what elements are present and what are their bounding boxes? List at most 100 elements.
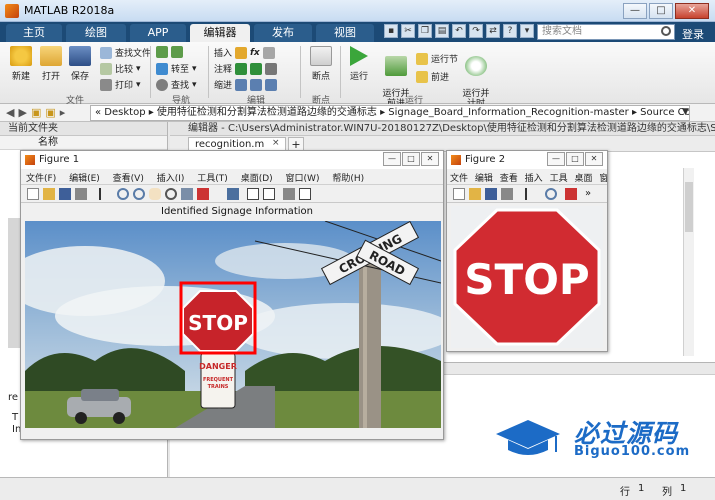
zoom-in-icon[interactable] [545, 188, 557, 200]
show-plot-tools-icon[interactable] [299, 188, 311, 200]
menu-view[interactable]: 查看(V) [108, 169, 149, 184]
advance-button[interactable]: 前进 [416, 70, 449, 83]
tab-editor[interactable]: 编辑器 [190, 24, 250, 42]
minimize-button[interactable]: — [623, 3, 647, 19]
run-and-time-button[interactable]: 运行并 计时 [458, 46, 494, 109]
scroll-thumb[interactable] [685, 182, 693, 232]
menu-insert[interactable]: 插入 [523, 169, 545, 184]
copy-icon[interactable]: ❐ [418, 24, 432, 38]
comment-button[interactable]: 注释 [214, 62, 278, 75]
close-button[interactable]: ✕ [585, 152, 603, 166]
switch-window-icon[interactable]: ⇄ [486, 24, 500, 38]
cut-icon[interactable]: ✂ [401, 24, 415, 38]
link-icon[interactable] [227, 188, 239, 200]
maximize-button[interactable]: □ [402, 152, 420, 166]
find-files-button[interactable]: 查找文件 [100, 46, 151, 59]
insert-button[interactable]: 插入 fx [214, 46, 275, 59]
open-icon[interactable] [43, 188, 55, 200]
undo-icon[interactable]: ↶ [452, 24, 466, 38]
path-dropdown-icon[interactable]: ▼ [682, 107, 689, 117]
menu-insert[interactable]: 插入(I) [152, 169, 190, 184]
menu-window[interactable]: 窗口 [597, 169, 607, 184]
close-tab-icon[interactable]: × [272, 138, 280, 148]
name-column-header[interactable]: 名称 [0, 136, 167, 150]
open-icon[interactable] [469, 188, 481, 200]
figure-2-window[interactable]: Figure 2 — □ ✕ 文件 编辑 查看 插入 工具 桌面 窗口 帮助 »… [446, 150, 608, 352]
quick-dropdown-icon[interactable]: ▾ [520, 24, 534, 38]
rotate-icon[interactable] [165, 188, 177, 200]
find-icon [156, 78, 168, 91]
tab-apps[interactable]: APP [130, 24, 186, 42]
pan-icon[interactable] [149, 188, 161, 200]
legend-icon[interactable] [263, 188, 275, 200]
redo-icon[interactable]: ↷ [469, 24, 483, 38]
brush-icon[interactable] [565, 188, 577, 200]
panel-scrollbar[interactable] [8, 218, 20, 348]
minimize-button[interactable]: — [383, 152, 401, 166]
brush-icon[interactable] [197, 188, 209, 200]
back-arrow-icon[interactable]: ◀ [6, 106, 14, 119]
up-folder-icon[interactable]: ▣ [31, 106, 41, 119]
close-button[interactable]: ✕ [421, 152, 439, 166]
menu-help[interactable]: 帮助(H) [327, 169, 369, 184]
menu-tools[interactable]: 工具 [548, 169, 570, 184]
address-path[interactable]: « Desktop ▸ 使用特征检测和分割算法检测道路边缘的交通标志 ▸ Sig… [90, 105, 690, 121]
insert-icon [235, 46, 248, 59]
danger-sign-text: DANGER [199, 362, 237, 371]
zoom-in-icon[interactable] [117, 188, 129, 200]
tab-view[interactable]: 视图 [316, 24, 374, 42]
figure-1-window[interactable]: Figure 1 — □ ✕ 文件(F) 编辑(E) 查看(V) 插入(I) 工… [20, 150, 444, 440]
hide-plot-tools-icon[interactable] [283, 188, 295, 200]
menu-edit[interactable]: 编辑 [473, 169, 495, 184]
browse-folder-icon[interactable]: ▣ [45, 106, 55, 119]
run-button[interactable]: 运行 [342, 46, 376, 82]
save-button[interactable]: 保存 [63, 46, 97, 82]
folder-dropdown-icon[interactable]: ▸ [60, 106, 66, 119]
maximize-button[interactable]: □ [649, 3, 673, 19]
find-button[interactable]: 查找 ▾ [156, 78, 197, 91]
run-section-button[interactable]: 运行节 [416, 52, 458, 65]
new-figure-icon[interactable] [453, 188, 465, 200]
breakpoints-button[interactable]: 断点 [304, 46, 338, 82]
toolbar-overflow-icon[interactable]: » [585, 188, 597, 200]
menu-file[interactable]: 文件 [447, 169, 470, 184]
print-icon[interactable] [501, 188, 513, 200]
pointer-icon[interactable] [525, 188, 537, 200]
forward-arrow-icon[interactable]: ▶ [18, 106, 26, 119]
datacursor-icon[interactable] [181, 188, 193, 200]
menu-desktop[interactable]: 桌面 [572, 169, 594, 184]
tab-plots[interactable]: 绘图 [66, 24, 126, 42]
new-button[interactable]: 新建 [4, 46, 38, 82]
new-figure-icon[interactable] [27, 188, 39, 200]
goto-button[interactable]: 转至 ▾ [156, 62, 197, 75]
indent-button[interactable]: 缩进 [214, 78, 278, 91]
paste-icon[interactable]: ▤ [435, 24, 449, 38]
search-input[interactable]: 搜索文档 [537, 24, 675, 40]
help-icon[interactable]: ? [503, 24, 517, 38]
menu-tools[interactable]: 工具(T) [192, 169, 233, 184]
nav-forward-icon-pair[interactable] [156, 46, 183, 58]
colorbar-icon[interactable] [247, 188, 259, 200]
maximize-button[interactable]: □ [566, 152, 584, 166]
save-icon[interactable] [485, 188, 497, 200]
tab-home[interactable]: 主页 [6, 24, 62, 42]
print-button[interactable]: 打印 ▾ [100, 78, 141, 91]
menu-view[interactable]: 查看 [498, 169, 520, 184]
login-link[interactable]: 登录 [682, 26, 704, 42]
close-button[interactable]: ✕ [675, 3, 709, 19]
pointer-icon[interactable] [99, 188, 111, 200]
editor-scrollbar[interactable] [683, 168, 694, 356]
search-icon[interactable] [661, 26, 671, 36]
minimize-button[interactable]: — [547, 152, 565, 166]
menu-window[interactable]: 窗口(W) [281, 169, 325, 184]
tab-publish[interactable]: 发布 [254, 24, 312, 42]
menu-file[interactable]: 文件(F) [21, 169, 61, 184]
save-quick-icon[interactable]: ▪ [384, 24, 398, 38]
figure-1-image: CROSSING ROAD DANGER FREQUENT TRAINS STO… [25, 221, 441, 428]
print-icon[interactable] [75, 188, 87, 200]
menu-desktop[interactable]: 桌面(D) [236, 169, 278, 184]
menu-edit[interactable]: 编辑(E) [64, 169, 105, 184]
compare-button[interactable]: 比较 ▾ [100, 62, 141, 75]
zoom-out-icon[interactable] [133, 188, 145, 200]
save-icon[interactable] [59, 188, 71, 200]
